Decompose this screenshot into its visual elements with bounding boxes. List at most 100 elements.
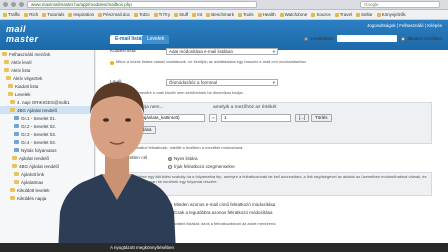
folder-icon — [257, 12, 262, 17]
folder-icon — [279, 12, 284, 17]
bookmark-item[interactable]: Benchmark — [206, 12, 234, 17]
bookmark-item[interactable]: Pénzmail.doc — [98, 12, 130, 17]
sidebar-item-label: Ajánlatmax — [21, 179, 44, 185]
bookmark-label: Source — [316, 12, 331, 17]
sidebar-item-label: Levelek — [15, 91, 31, 97]
folder-icon — [311, 12, 316, 17]
sidebar-item-label: Kiküldött levelek — [17, 187, 50, 193]
sidebar-item-label: 4BG Ajánlat rendelő — [19, 163, 60, 169]
bookmark-item[interactable]: Int — [192, 12, 202, 17]
forward-icon[interactable] — [11, 2, 16, 7]
bookmark-label: Int — [197, 12, 203, 17]
folder-icon — [6, 76, 11, 80]
browser-toolbar: www.maximailmaster.hu/app/modules/mailbo… — [0, 0, 448, 10]
delete-button[interactable]: Törlés — [311, 114, 332, 122]
bookmark-item[interactable]: Traffic — [3, 12, 20, 17]
mail-icon — [14, 132, 19, 136]
bookmark-label: Sellar — [361, 12, 373, 17]
reload-icon[interactable] — [19, 2, 24, 7]
folder-icon — [8, 84, 13, 88]
bookmark-item[interactable]: WatchZone — [279, 12, 307, 17]
folder-icon — [24, 12, 29, 17]
bookmark-label: Travel — [339, 12, 353, 17]
bookmark-item[interactable]: Source — [311, 12, 331, 17]
folder-icon — [42, 12, 47, 17]
bookmark-item[interactable]: Sellar — [356, 12, 373, 17]
presenter-video-overlay — [58, 82, 176, 252]
sidebar-item-label: Gr.4 - Sevelet 04. — [21, 139, 57, 145]
bookmark-label: TriTry — [158, 12, 171, 17]
folder-icon — [134, 12, 139, 17]
folder-icon — [12, 156, 17, 160]
bookmarks-bar: Traffic Rich Tutorials Inspiration Pénzmail.… — [0, 10, 448, 20]
header-search: Levelekben Minden mezőben — [304, 35, 442, 42]
folder-icon — [10, 196, 15, 200]
logo-line-2: master — [6, 34, 39, 44]
bookmark-label: Rich — [29, 12, 39, 17]
search-option-letters[interactable]: Levelekben — [304, 36, 333, 41]
bookmark-item[interactable]: Inspiration — [68, 12, 94, 17]
sidebar-item-label: Gr.3 - Sevelet 03. — [21, 131, 57, 137]
bookmark-label: Traffic — [8, 12, 21, 17]
bookmark-label: Tutorials — [47, 12, 65, 17]
folder-icon — [10, 108, 15, 112]
folder-icon — [334, 12, 339, 17]
address-bar[interactable]: www.maximailmaster.hu/app/modules/mailbo… — [27, 1, 257, 8]
bookmark-label: ToDo — [139, 12, 150, 17]
sidebar-item-label: Gr.2 - Sevelet 02. — [21, 123, 57, 129]
sidebar-item-label: 4BG Ajánlat rendelő — [17, 107, 58, 113]
folder-icon — [376, 12, 381, 17]
logo: mail master — [6, 24, 39, 44]
folder-icon — [238, 12, 243, 17]
bookmark-label: Tools — [243, 12, 254, 17]
sidebar-item-label: Gr.1 - Sevelet 01. — [21, 115, 57, 121]
bookmark-item[interactable]: Travel — [334, 12, 353, 17]
radio-all-same-email[interactable]: Minden azonos e-mail című feliratkozó mó… — [168, 202, 275, 207]
letter-select[interactable]: Önmódosítóz a formmal — [166, 79, 278, 86]
condition-operator[interactable]: = — [209, 114, 217, 122]
folder-icon — [3, 12, 7, 17]
bookmark-item[interactable]: Tools — [238, 12, 254, 17]
folder-icon — [10, 188, 15, 192]
bookmark-item[interactable]: Könyvjelzők — [376, 12, 406, 17]
bookmark-item[interactable]: ToDo — [134, 12, 150, 17]
mail-icon — [14, 124, 19, 128]
back-icon[interactable] — [3, 2, 8, 7]
sidebar-item-label: Kiadott lista — [15, 83, 39, 89]
radio-segments[interactable]: Írjuk feliratkozó szegmensekre — [168, 164, 235, 169]
header-search-input[interactable] — [337, 35, 398, 42]
bookmark-label: Stuff — [179, 12, 189, 17]
browse-button[interactable]: [...] — [295, 114, 310, 122]
bookmark-item[interactable]: Stuff — [174, 12, 188, 17]
folder-icon — [10, 100, 15, 104]
bookmark-label: Pénzmail.doc — [103, 12, 131, 17]
folder-icon — [14, 180, 19, 184]
sidebar-item-label: Aktív végeztek — [13, 75, 43, 81]
bookmark-item[interactable]: Health — [257, 12, 276, 17]
app-header: mail master E-mail listák Levelek Jogosu… — [0, 20, 448, 50]
sidebar-item-label: Nyitás folyamatos — [21, 147, 57, 153]
bookmark-item[interactable]: Tutorials — [42, 12, 64, 17]
bookmark-item[interactable]: TriTry — [153, 12, 171, 17]
search-option-all-fields[interactable]: Minden mezőben — [401, 36, 442, 41]
mail-icon — [14, 140, 19, 144]
condition-value-input[interactable]: 1 — [221, 114, 291, 122]
folder-icon — [356, 12, 361, 17]
folder-icon — [192, 12, 197, 17]
sidebar-item-label: Ajánlat rendelő — [19, 155, 50, 161]
bookmark-label: Benchmark — [211, 12, 235, 17]
tab-letters[interactable]: Levelek — [142, 35, 170, 44]
bookmark-label: Könyvjelzők — [381, 12, 406, 17]
folder-icon — [98, 12, 103, 17]
header-user-links[interactable]: Jogosultságok | Felhasználó | Kilépés — [367, 23, 442, 28]
presenter-eye-left — [103, 118, 109, 122]
folder-icon — [8, 92, 13, 96]
browser-search-input[interactable]: Google — [360, 1, 440, 8]
folder-icon — [4, 68, 9, 72]
sidebar-tree-item[interactable]: Felhasználó mezőnk — [0, 50, 94, 58]
bookmark-label: Health — [262, 12, 276, 17]
radio-latest-only[interactable]: Csak a legutóbbra azonos feliratkozó mód… — [168, 210, 273, 215]
bookmark-item[interactable]: Rich — [24, 12, 38, 17]
section-send-list-title: Küldési lista — [110, 49, 136, 54]
send-list-select[interactable]: Adat módosítása e-mail listában — [166, 48, 278, 55]
